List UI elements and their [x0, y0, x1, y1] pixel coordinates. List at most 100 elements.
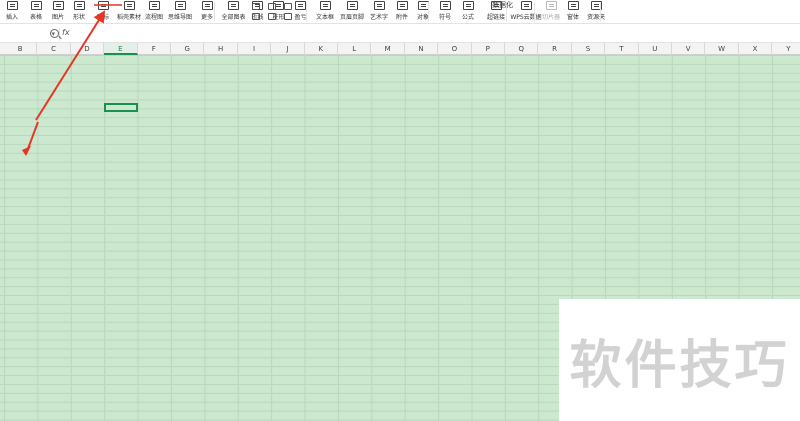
ribbon-label: 文本框: [315, 14, 334, 21]
column-header-b[interactable]: B: [4, 43, 38, 55]
ribbon-icon-library-button[interactable]: 图标: [90, 0, 116, 23]
column-header-l[interactable]: L: [338, 43, 372, 55]
ribbon-label: 资源夹: [586, 14, 605, 21]
column-header-w[interactable]: W: [705, 43, 739, 55]
chart-mini-icon: [268, 12, 276, 20]
ribbon-form-button[interactable]: 窗体: [562, 0, 584, 23]
ribbon-picture-button[interactable]: 图片: [48, 0, 68, 23]
column-header-d[interactable]: D: [71, 43, 105, 55]
ribbon-omega-button[interactable]: 符号: [434, 0, 456, 23]
ribbon-shape-button[interactable]: 形状: [68, 0, 90, 23]
column-header-f[interactable]: F: [138, 43, 171, 55]
ribbon-separator: [600, 2, 601, 22]
formula-bar: ▾ fx: [0, 26, 800, 43]
chart-icon: [228, 1, 239, 10]
form-icon: [567, 1, 579, 10]
column-header-j[interactable]: J: [271, 43, 305, 55]
column-header-y[interactable]: Y: [772, 43, 800, 55]
textbox-icon: [319, 1, 331, 10]
ribbon-label: 全部图表: [221, 14, 246, 21]
column-header-i[interactable]: I: [238, 43, 272, 55]
ribbon-textbox-button[interactable]: 文本框: [312, 0, 338, 23]
ribbon-formula-button[interactable]: 公式: [456, 0, 480, 23]
ribbon-header-footer-button[interactable]: 页眉页脚: [338, 0, 366, 23]
ribbon-separator: [534, 2, 535, 22]
column-header-g[interactable]: G: [171, 43, 205, 55]
ribbon-table-button[interactable]: 插入: [0, 0, 24, 23]
column-header-c[interactable]: C: [37, 43, 71, 55]
formula-icon: [462, 1, 474, 10]
ribbon-separator: [428, 2, 429, 22]
column-header-e[interactable]: E: [104, 43, 138, 55]
ribbon-flowchart-button[interactable]: 流程图: [142, 0, 166, 23]
column-header-o[interactable]: O: [438, 43, 472, 55]
formula-input[interactable]: [74, 27, 798, 41]
chart-type-mini-button[interactable]: [252, 1, 260, 11]
data-label: 数据化: [492, 1, 513, 9]
ribbon-winloss-button[interactable]: 盈亏: [289, 0, 312, 23]
ribbon-label: 形状: [72, 14, 85, 21]
ribbon-label: 盈亏: [294, 14, 307, 21]
cloud-data-icon: [520, 1, 532, 10]
ribbon-label: 图标: [96, 14, 109, 21]
ribbon-label: WPS云数据: [510, 14, 542, 21]
chart-type-mini-button[interactable]: [268, 11, 276, 21]
ribbon-label: 表格: [29, 14, 42, 21]
chart-type-mini-button[interactable]: [252, 11, 260, 21]
column-header-t[interactable]: T: [605, 43, 639, 55]
column-header-n[interactable]: N: [405, 43, 439, 55]
column-header-row: BCDEFGHIJKLMNOPQRSTUVWXY: [0, 43, 800, 55]
watermark-text: 软件技巧: [569, 335, 790, 396]
ribbon-label: 稻壳素材: [116, 14, 141, 21]
chart-mini-icon: [284, 12, 292, 20]
chart-type-mini-button[interactable]: [284, 11, 292, 21]
material-icon: [123, 1, 135, 10]
ribbon-cloud-data-button[interactable]: WPS云数据: [510, 0, 542, 23]
column-header-m[interactable]: M: [371, 43, 405, 55]
ribbon-separator: [214, 2, 215, 22]
column-header-p[interactable]: P: [472, 43, 505, 55]
ribbon-label: 切片器: [541, 14, 560, 21]
column-header-x[interactable]: X: [739, 43, 773, 55]
zoom-icon[interactable]: [50, 29, 59, 38]
wordart-icon: [373, 1, 385, 10]
chart-mini-icon: [268, 2, 276, 10]
column-header-v[interactable]: V: [672, 43, 706, 55]
header-footer-icon: [346, 1, 358, 10]
ribbon-material-button[interactable]: 稻壳素材: [116, 0, 142, 23]
ribbon-chart-button[interactable]: 全部图表: [220, 0, 247, 23]
flowchart-icon: [148, 1, 160, 10]
ribbon-wordart-button[interactable]: 艺术字: [366, 0, 392, 23]
ribbon-mindmap-button[interactable]: 思维导图: [166, 0, 194, 23]
ribbon-resource-button[interactable]: 资源夹: [584, 0, 608, 23]
chart-mini-icon: [284, 2, 292, 10]
picture-icon: [52, 1, 64, 10]
column-header-r[interactable]: R: [538, 43, 572, 55]
shape-icon: [73, 1, 85, 10]
chart-type-mini-button[interactable]: [268, 1, 276, 11]
ribbon-label: 公式: [461, 14, 474, 21]
ribbon-slicer-button[interactable]: 切片器: [540, 0, 562, 23]
column-header-k[interactable]: K: [305, 43, 338, 55]
column-header-h[interactable]: H: [204, 43, 238, 55]
chart-mini-icon: [252, 2, 260, 10]
ribbon-separator: [306, 2, 307, 22]
ribbon-attachment-button[interactable]: 附件: [392, 0, 412, 23]
ribbon-object-button[interactable]: 对象: [412, 0, 434, 23]
table-icon: [6, 1, 18, 10]
fx-icon[interactable]: fx: [62, 28, 70, 37]
mindmap-icon: [174, 1, 186, 10]
table-icon: [30, 1, 42, 10]
ribbon-more-button[interactable]: 更多: [194, 0, 220, 23]
active-cell[interactable]: [104, 103, 138, 112]
column-header-s[interactable]: S: [572, 43, 606, 55]
ribbon-label: 附件: [395, 14, 408, 21]
ribbon-table-button[interactable]: 表格: [24, 0, 48, 23]
column-header-q[interactable]: Q: [505, 43, 539, 55]
ribbon-label: 超链接: [486, 14, 505, 21]
chart-type-mini-button[interactable]: [284, 1, 292, 11]
column-header-u[interactable]: U: [639, 43, 672, 55]
attachment-icon: [396, 1, 408, 10]
ribbon-label: 图片: [51, 14, 64, 21]
slicer-icon: [545, 1, 557, 10]
